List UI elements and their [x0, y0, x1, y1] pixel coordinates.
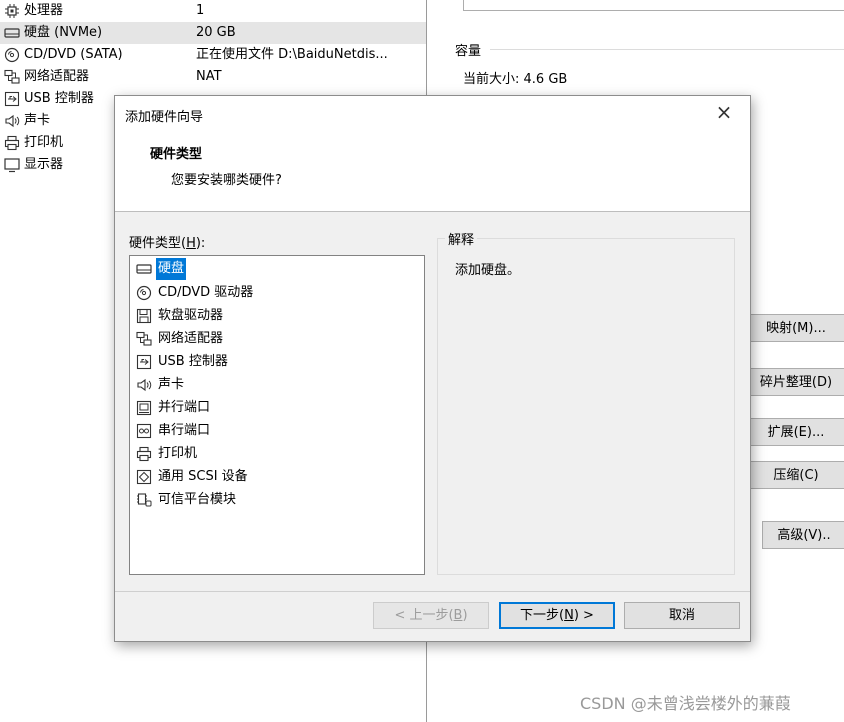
usb-controller-icon — [136, 354, 152, 370]
floppy-icon — [136, 308, 152, 324]
device-name: 打印机 — [24, 135, 64, 150]
hw-item-label: 通用 SCSI 设备 — [158, 469, 248, 484]
upper-group-box — [463, 0, 844, 11]
explanation-text: 添加硬盘。 — [455, 263, 521, 278]
hw-item-label: 打印机 — [158, 446, 198, 461]
printer-icon — [4, 135, 20, 151]
network-adapter-icon — [4, 69, 20, 85]
hard-disk-icon — [4, 25, 20, 41]
display-icon — [4, 157, 20, 173]
wizard-step-title: 硬件类型 — [150, 147, 203, 162]
close-icon[interactable]: × — [712, 100, 736, 124]
hw-item-label: 串行端口 — [158, 423, 211, 438]
printer-icon — [136, 446, 152, 462]
device-name: USB 控制器 — [24, 91, 94, 106]
footer-divider — [115, 591, 750, 592]
network-adapter-icon — [136, 331, 152, 347]
cd-dvd-icon — [136, 285, 152, 301]
dialog-title: 添加硬件向导 — [125, 110, 204, 125]
device-row-processor[interactable]: 处理器 1 — [0, 0, 426, 22]
hw-item-label: 并行端口 — [158, 400, 211, 415]
dialog-titlebar[interactable]: 添加硬件向导 × — [115, 96, 750, 133]
device-summary: 正在使用文件 D:\BaiduNetdis... — [196, 47, 388, 62]
device-name: 声卡 — [24, 113, 51, 128]
device-name: 网络适配器 — [24, 69, 90, 84]
wizard-header: 硬件类型 您要安装哪类硬件? — [115, 133, 750, 212]
compact-button[interactable]: 压缩(C) — [746, 461, 844, 489]
serial-port-icon — [136, 423, 152, 439]
cd-dvd-icon — [4, 47, 20, 63]
hard-disk-icon — [136, 261, 152, 277]
device-name: CD/DVD (SATA) — [24, 47, 123, 62]
device-summary: 1 — [196, 3, 205, 18]
sound-card-icon — [136, 377, 152, 393]
device-name: 处理器 — [24, 3, 64, 18]
hw-item-label: CD/DVD 驱动器 — [158, 285, 254, 300]
hw-item-label: 声卡 — [158, 377, 185, 392]
device-name: 硬盘 (NVMe) — [24, 25, 103, 40]
advanced-button[interactable]: 高级(V).. — [762, 521, 844, 549]
wizard-step-subtitle: 您要安装哪类硬件? — [171, 173, 282, 188]
hw-item-label: 可信平台模块 — [158, 492, 237, 507]
usb-controller-icon — [4, 91, 20, 107]
map-button[interactable]: 映射(M)... — [746, 314, 844, 342]
watermark: CSDN @未曾浅尝楼外的蒹葭 — [580, 694, 791, 713]
explanation-group — [437, 238, 735, 575]
hw-item-label: 硬盘 — [156, 258, 187, 280]
defrag-button[interactable]: 碎片整理(D) — [746, 368, 844, 396]
cpu-icon — [4, 3, 20, 19]
device-name: 显示器 — [24, 157, 64, 172]
cancel-button[interactable]: 取消 — [624, 602, 740, 629]
device-summary: NAT — [196, 69, 222, 84]
expand-button[interactable]: 扩展(E)... — [746, 418, 844, 446]
device-row-network[interactable]: 网络适配器 NAT — [0, 66, 426, 88]
hw-item-label: 网络适配器 — [158, 331, 224, 346]
hw-item-label: USB 控制器 — [158, 354, 228, 369]
hardware-type-label: 硬件类型(H): — [129, 236, 206, 251]
capacity-group-title: 容量 — [455, 44, 482, 59]
scsi-icon — [136, 469, 152, 485]
hw-item-label: 软盘驱动器 — [158, 308, 224, 323]
device-row-cd-dvd[interactable]: CD/DVD (SATA) 正在使用文件 D:\BaiduNetdis... — [0, 44, 426, 66]
hardware-type-list[interactable]: 硬盘 CD/DVD 驱动器 软盘驱动器 网络适配器 USB 控制器 声卡 并行端… — [129, 255, 425, 575]
parallel-port-icon — [136, 400, 152, 416]
capacity-group-line — [490, 49, 844, 50]
back-button[interactable]: < 上一步(B) — [373, 602, 489, 629]
sound-card-icon — [4, 113, 20, 129]
explanation-title: 解释 — [445, 229, 478, 248]
device-row-hard-disk[interactable]: 硬盘 (NVMe) 20 GB — [0, 22, 426, 44]
add-hardware-wizard-dialog: 添加硬件向导 × 硬件类型 您要安装哪类硬件? 硬件类型(H): 硬盘 CD/D… — [114, 95, 751, 642]
current-size-label: 当前大小: 4.6 GB — [463, 72, 568, 87]
tpm-icon — [136, 492, 152, 508]
next-button[interactable]: 下一步(N) > — [499, 602, 615, 629]
device-summary: 20 GB — [196, 25, 236, 40]
